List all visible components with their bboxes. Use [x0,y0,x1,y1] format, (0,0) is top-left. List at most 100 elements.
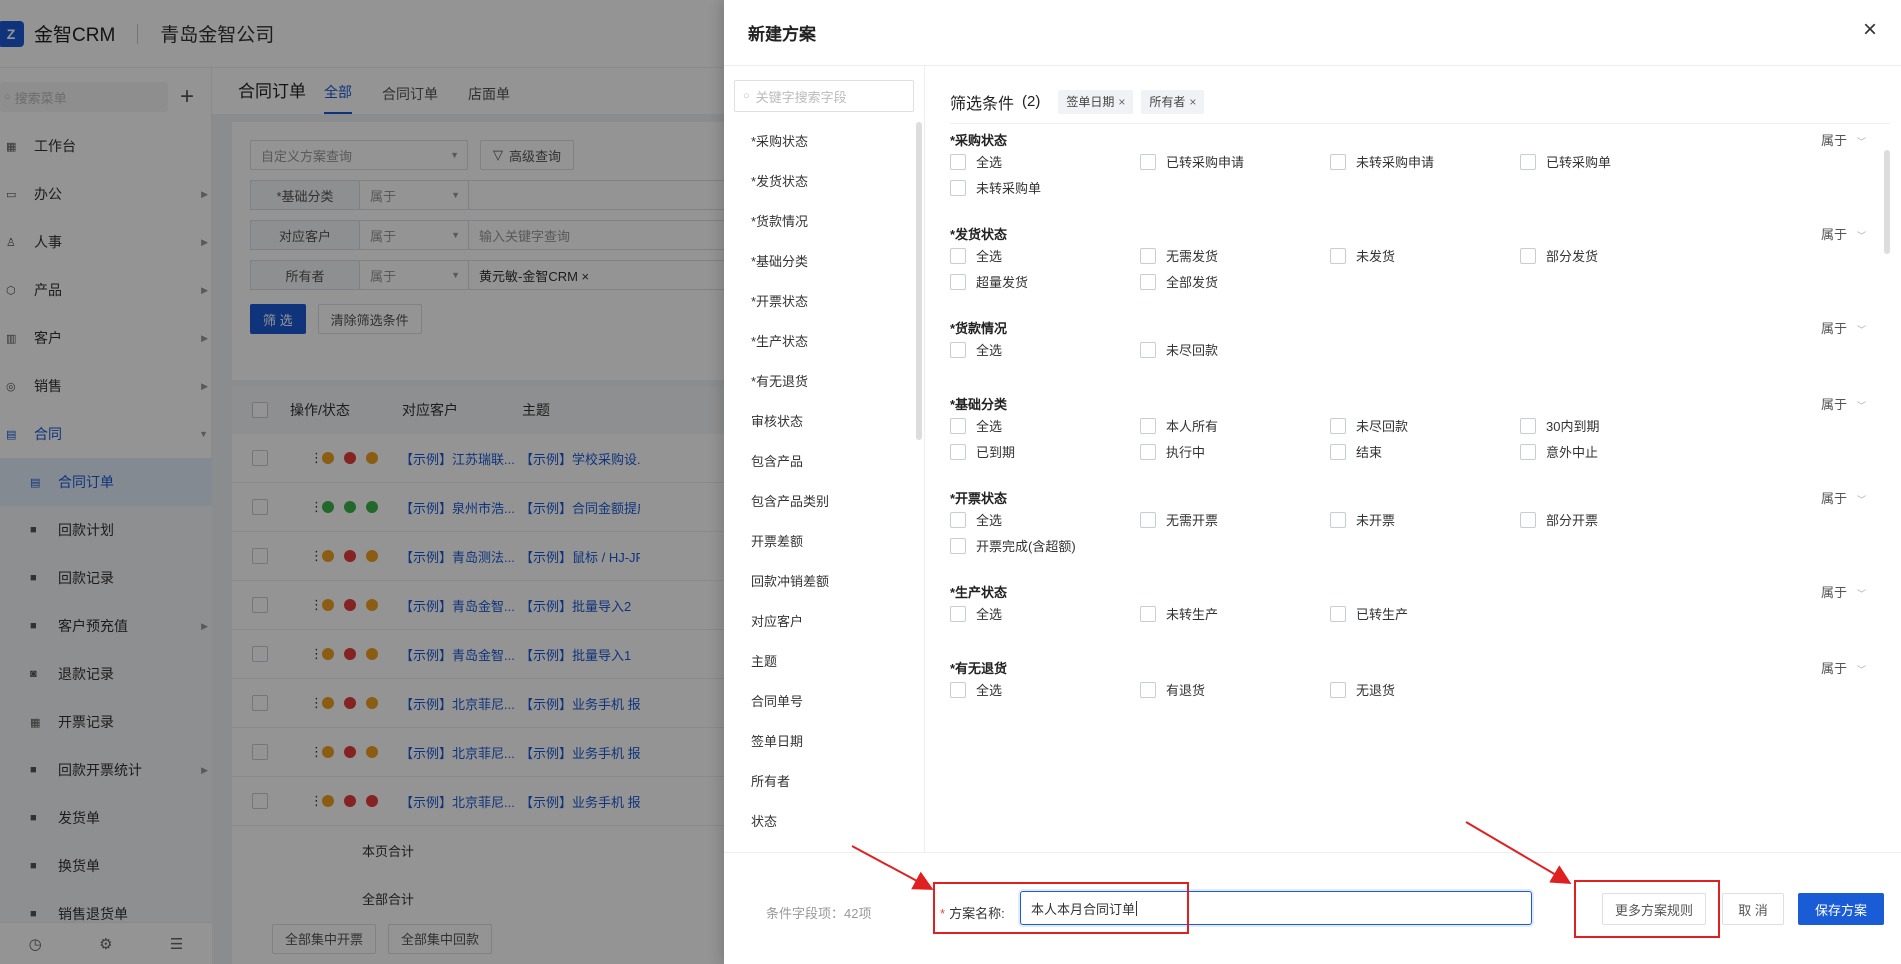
option-checkbox[interactable] [950,511,966,528]
option-checkbox[interactable] [1140,273,1156,290]
field-list-item[interactable]: 回款冲销差额 [724,562,924,602]
condition-option[interactable]: 开票完成(含超额) [950,536,1076,555]
condition-option[interactable]: 全选 [950,416,1002,435]
condition-option[interactable]: 无退货 [1330,680,1395,699]
option-checkbox[interactable] [1330,511,1346,528]
field-list-item[interactable]: 开票差额 [724,522,924,562]
save-scheme-button[interactable]: 保存方案 [1798,893,1884,925]
condition-option[interactable]: 全选 [950,604,1002,623]
condition-option[interactable]: 意外中止 [1520,442,1598,461]
condition-option[interactable]: 全选 [950,340,1002,359]
option-checkbox[interactable] [1520,443,1536,460]
field-list-item[interactable]: 对应客户 [724,602,924,642]
field-list-item[interactable]: 所有者 [724,762,924,802]
condition-option[interactable]: 全选 [950,152,1002,171]
condition-option[interactable]: 全选 [950,680,1002,699]
condition-option[interactable]: 结束 [1330,442,1382,461]
condition-option[interactable]: 已到期 [950,442,1015,461]
condition-option[interactable]: 全选 [950,246,1002,265]
option-checkbox[interactable] [1330,247,1346,264]
condition-option[interactable]: 全部发货 [1140,272,1218,291]
option-checkbox[interactable] [950,247,966,264]
option-checkbox[interactable] [950,341,966,358]
condition-op-select[interactable]: 属于 ﹀ [1821,318,1866,337]
field-list-item[interactable]: *基础分类 [724,242,924,282]
option-checkbox[interactable] [1330,443,1346,460]
field-list-item[interactable]: *发货状态 [724,162,924,202]
condition-op-select[interactable]: 属于 ﹀ [1821,658,1866,677]
condition-op-select[interactable]: 属于 ﹀ [1821,394,1866,413]
option-checkbox[interactable] [950,443,966,460]
condition-option[interactable]: 未转生产 [1140,604,1218,623]
condition-option[interactable]: 未尽回款 [1330,416,1408,435]
condition-option[interactable]: 超量发货 [950,272,1028,291]
option-checkbox[interactable] [1520,153,1536,170]
option-checkbox[interactable] [950,537,966,554]
field-list-item[interactable]: 合同单号 [724,682,924,722]
option-checkbox[interactable] [1140,681,1156,698]
option-checkbox[interactable] [1330,153,1346,170]
option-checkbox[interactable] [950,681,966,698]
field-list-item[interactable]: 状态 [724,802,924,842]
remove-tag-icon[interactable]: × [1118,95,1125,109]
option-checkbox[interactable] [1140,417,1156,434]
condition-option[interactable]: 无需开票 [1140,510,1218,529]
condition-option[interactable]: 未转采购单 [950,178,1041,197]
field-list-item[interactable]: 主题 [724,642,924,682]
condition-option[interactable]: 已转采购申请 [1140,152,1244,171]
option-checkbox[interactable] [950,273,966,290]
option-checkbox[interactable] [1330,417,1346,434]
condition-op-select[interactable]: 属于 ﹀ [1821,224,1866,243]
option-checkbox[interactable] [950,153,966,170]
modal-overlay[interactable] [0,0,724,964]
condition-option[interactable]: 执行中 [1140,442,1205,461]
condition-option[interactable]: 已转生产 [1330,604,1408,623]
close-icon[interactable]: × [1863,16,1877,44]
condition-tag[interactable]: 所有者 × [1141,89,1205,114]
condition-option[interactable]: 全选 [950,510,1002,529]
field-list-item[interactable]: 包含产品 [724,442,924,482]
field-list-item[interactable]: *有无退货 [724,362,924,402]
option-checkbox[interactable] [1520,247,1536,264]
condition-op-select[interactable]: 属于 ﹀ [1821,582,1866,601]
field-list-item[interactable]: 签单日期 [724,722,924,762]
field-list-item[interactable]: *货款情况 [724,202,924,242]
option-checkbox[interactable] [1520,511,1536,528]
condition-option[interactable]: 部分开票 [1520,510,1598,529]
condition-option[interactable]: 本人所有 [1140,416,1218,435]
option-checkbox[interactable] [950,605,966,622]
condition-option[interactable]: 30内到期 [1520,416,1599,435]
field-list-item[interactable]: *生产状态 [724,322,924,362]
option-checkbox[interactable] [1140,511,1156,528]
option-checkbox[interactable] [1330,605,1346,622]
option-checkbox[interactable] [1140,247,1156,264]
field-list-item[interactable]: *开票状态 [724,282,924,322]
option-checkbox[interactable] [1330,681,1346,698]
field-list-item[interactable]: 审核状态 [724,402,924,442]
option-checkbox[interactable] [1140,443,1156,460]
option-checkbox[interactable] [950,417,966,434]
condition-op-select[interactable]: 属于 ﹀ [1821,130,1866,149]
condition-option[interactable]: 未转采购申请 [1330,152,1434,171]
field-list-item[interactable]: *采购状态 [724,122,924,162]
option-checkbox[interactable] [1140,341,1156,358]
condition-option[interactable]: 未发货 [1330,246,1395,265]
option-checkbox[interactable] [1140,153,1156,170]
remove-tag-icon[interactable]: × [1189,95,1196,109]
condition-option[interactable]: 有退货 [1140,680,1205,699]
condition-option[interactable]: 已转采购单 [1520,152,1611,171]
condition-option[interactable]: 部分发货 [1520,246,1598,265]
condition-option[interactable]: 未尽回款 [1140,340,1218,359]
conditions-scrollbar[interactable] [1884,150,1890,254]
condition-tag[interactable]: 签单日期 × [1058,89,1134,114]
option-checkbox[interactable] [950,179,966,196]
option-checkbox[interactable] [1520,417,1536,434]
field-list-item[interactable]: 包含产品类别 [724,482,924,522]
cancel-button[interactable]: 取 消 [1722,893,1784,925]
option-checkbox[interactable] [1140,605,1156,622]
condition-option[interactable]: 未开票 [1330,510,1395,529]
field-list-scrollbar[interactable] [916,122,922,440]
field-search-input[interactable]: ○ 关键字搜索字段 [734,80,914,112]
condition-option[interactable]: 无需发货 [1140,246,1218,265]
condition-op-select[interactable]: 属于 ﹀ [1821,488,1866,507]
